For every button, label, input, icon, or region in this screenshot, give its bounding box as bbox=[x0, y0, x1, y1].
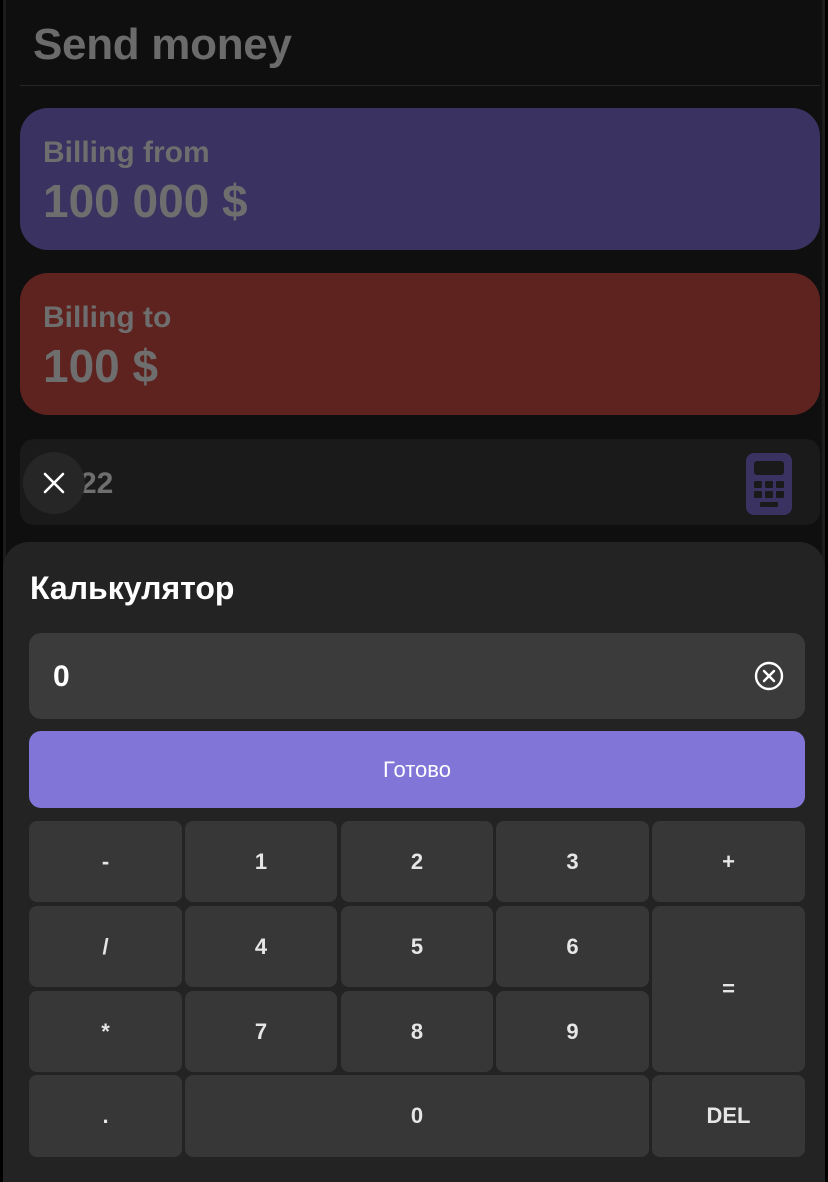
calculator-display-value: 0 bbox=[53, 660, 70, 693]
key-dot[interactable]: . bbox=[29, 1075, 182, 1157]
amount-input-value: 22 bbox=[80, 467, 114, 500]
key-minus[interactable]: - bbox=[29, 821, 182, 902]
billing-from-label: Billing from bbox=[43, 136, 210, 169]
close-button[interactable] bbox=[23, 452, 85, 514]
key-0[interactable]: 0 bbox=[185, 1075, 649, 1157]
billing-from-card[interactable]: Billing from 100 000 $ bbox=[20, 108, 820, 250]
key-divide[interactable]: / bbox=[29, 906, 182, 987]
key-3[interactable]: 3 bbox=[496, 821, 649, 902]
calculator-sheet: Калькулятор 0 Готово - 1 2 3 + / 4 5 6 =… bbox=[3, 542, 825, 1182]
key-5[interactable]: 5 bbox=[341, 906, 493, 987]
key-2[interactable]: 2 bbox=[341, 821, 493, 902]
calculator-icon[interactable] bbox=[746, 453, 792, 515]
key-del[interactable]: DEL bbox=[652, 1075, 805, 1157]
calculator-display[interactable]: 0 bbox=[29, 633, 805, 719]
calculator-title: Калькулятор bbox=[30, 570, 235, 606]
billing-from-amount: 100 000 $ bbox=[43, 175, 248, 227]
key-9[interactable]: 9 bbox=[496, 991, 649, 1072]
clear-circle-icon[interactable] bbox=[753, 660, 785, 692]
page-title: Send money bbox=[33, 20, 292, 69]
key-4[interactable]: 4 bbox=[185, 906, 337, 987]
key-equals[interactable]: = bbox=[652, 906, 805, 1072]
amount-input[interactable]: 22 bbox=[20, 439, 820, 525]
close-icon bbox=[43, 472, 65, 494]
key-8[interactable]: 8 bbox=[341, 991, 493, 1072]
key-1[interactable]: 1 bbox=[185, 821, 337, 902]
key-7[interactable]: 7 bbox=[185, 991, 337, 1072]
title-divider bbox=[20, 85, 820, 86]
key-6[interactable]: 6 bbox=[496, 906, 649, 987]
billing-to-amount: 100 $ bbox=[43, 340, 159, 392]
key-multiply[interactable]: * bbox=[29, 991, 182, 1072]
key-plus[interactable]: + bbox=[652, 821, 805, 902]
done-button[interactable]: Готово bbox=[29, 731, 805, 808]
billing-to-label: Billing to bbox=[43, 301, 172, 334]
billing-to-card[interactable]: Billing to 100 $ bbox=[20, 273, 820, 415]
